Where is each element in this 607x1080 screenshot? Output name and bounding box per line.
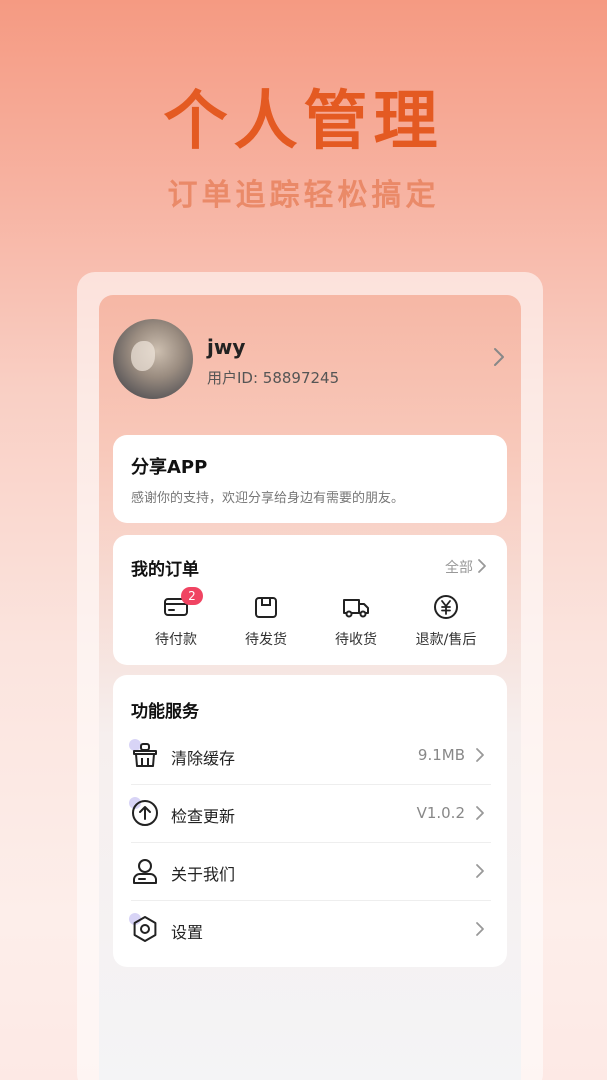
cache-size: 9.1MB [417, 746, 465, 764]
orders-title: 我的订单 [131, 560, 199, 580]
chevron-right-icon [476, 864, 484, 878]
order-pending-shipment[interactable]: 待发货 [221, 593, 311, 649]
username: jwy [207, 335, 246, 359]
orders-all-link[interactable]: 全部 [445, 557, 473, 577]
share-app-card[interactable]: 分享APP 感谢你的支持，欢迎分享给身边有需要的朋友。 [113, 435, 507, 523]
services-card: 功能服务 清除缓存 9.1MB 检查更新 V1.0.2 关于我们 设置 [113, 675, 507, 967]
share-title: 分享APP [131, 457, 208, 478]
service-label: 关于我们 [171, 865, 236, 884]
service-about-us[interactable]: 关于我们 [131, 843, 491, 901]
truck-icon [343, 599, 369, 618]
service-label: 设置 [171, 923, 204, 942]
order-pending-payment[interactable]: 2 待付款 [131, 587, 221, 649]
order-refund-aftersale[interactable]: 退款/售后 [401, 593, 491, 649]
share-description: 感谢你的支持，欢迎分享给身边有需要的朋友。 [131, 491, 405, 506]
order-item-label: 待发货 [245, 632, 287, 648]
user-icon [133, 859, 157, 884]
profile-header[interactable]: jwy 用户ID: 58897245 [113, 319, 507, 399]
service-settings[interactable]: 设置 [129, 901, 491, 959]
chevron-right-icon [476, 922, 484, 936]
service-label: 清除缓存 [171, 749, 236, 768]
order-count-badge: 2 [181, 587, 203, 605]
settings-icon [133, 916, 157, 942]
avatar[interactable] [113, 319, 193, 399]
chevron-right-icon[interactable] [477, 558, 487, 574]
box-icon [255, 597, 277, 618]
service-clear-cache[interactable]: 清除缓存 9.1MB [129, 727, 491, 785]
order-item-label: 待付款 [155, 632, 197, 648]
service-check-update[interactable]: 检查更新 V1.0.2 [129, 785, 491, 843]
order-pending-receipt[interactable]: 待收货 [311, 593, 401, 649]
yen-icon [434, 595, 458, 619]
hero-title: 个人管理 [163, 85, 444, 159]
services-title: 功能服务 [131, 702, 199, 722]
app-screen: jwy 用户ID: 58897245 分享APP 感谢你的支持，欢迎分享给身边有… [99, 295, 521, 1080]
chevron-right-icon[interactable] [493, 347, 505, 367]
order-item-label: 退款/售后 [415, 632, 477, 648]
upload-icon [132, 800, 158, 826]
hero-subtitle: 订单追踪轻松搞定 [167, 178, 440, 213]
service-label: 检查更新 [171, 807, 236, 826]
chevron-right-icon [476, 806, 484, 820]
broom-icon [133, 743, 157, 767]
app-version: V1.0.2 [416, 804, 465, 822]
chevron-right-icon [476, 748, 484, 762]
user-id: 用户ID: 58897245 [207, 369, 340, 387]
order-item-label: 待收货 [335, 632, 377, 648]
my-orders-card: 我的订单 全部 2 待付款 待发货 待收货 退款/售后 [113, 535, 507, 665]
